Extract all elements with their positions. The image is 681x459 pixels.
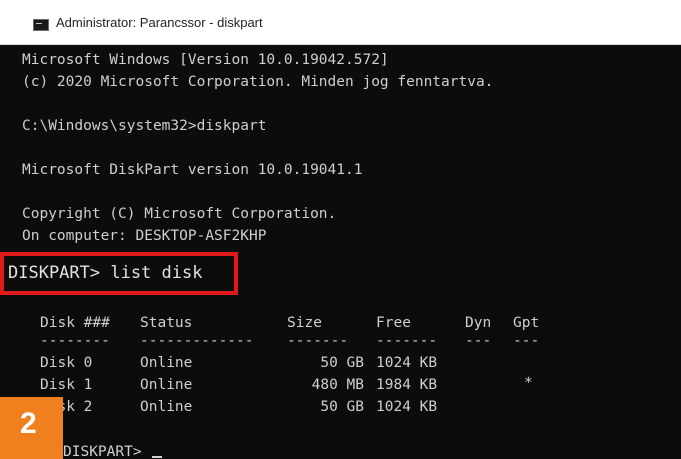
step-badge: 2 [0,397,63,459]
table-separator: -------- [40,333,110,349]
table-cell-size: 50 GB [320,399,364,415]
table-cell-size: 480 MB [311,377,364,393]
table-cell-disk: Disk 1 [40,377,93,393]
table-cell-size: 50 GB [320,355,364,371]
step-number: 2 [20,407,37,440]
title-bar[interactable]: Administrator: Parancssor - diskpart [0,0,681,45]
table-header-dyn: Dyn [465,315,492,331]
table-cell-status: Online [140,399,193,415]
console-line: Microsoft DiskPart version 10.0.19041.1 [22,162,363,178]
table-separator: ------- [287,333,349,349]
cursor-icon [152,456,163,458]
table-cell-free: 1024 KB [376,355,438,371]
table-header-free: Free [376,315,411,331]
command-highlight-box [0,252,238,295]
window-title: Administrator: Parancssor - diskpart [56,15,263,30]
table-cell-status: Online [140,355,193,371]
table-separator: ------------- [140,333,254,349]
table-cell-gpt: * [524,375,533,391]
table-header-disk: Disk ### [40,315,110,331]
console-icon [33,19,49,31]
table-header-gpt: Gpt [513,315,540,331]
final-prompt: DISKPART> [63,443,163,459]
final-prompt-text: DISKPART> [63,444,142,459]
console-line: On computer: DESKTOP-ASF2KHP [22,228,267,244]
table-separator: ------- [376,333,438,349]
table-separator: --- [465,333,492,349]
console-line: Copyright (C) Microsoft Corporation. [22,206,337,222]
console-line: Microsoft Windows [Version 10.0.19042.57… [22,52,389,68]
table-separator: --- [513,333,540,349]
table-cell-status: Online [140,377,193,393]
console-line: C:\Windows\system32>diskpart [22,118,267,134]
table-header-size: Size [287,315,322,331]
table-cell-free: 1024 KB [376,399,438,415]
table-cell-free: 1984 KB [376,377,438,393]
table-cell-disk: Disk 0 [40,355,93,371]
table-header-status: Status [140,315,193,331]
console-line: (c) 2020 Microsoft Corporation. Minden j… [22,74,494,90]
screenshot: Administrator: Parancssor - diskpart Mic… [0,0,681,459]
